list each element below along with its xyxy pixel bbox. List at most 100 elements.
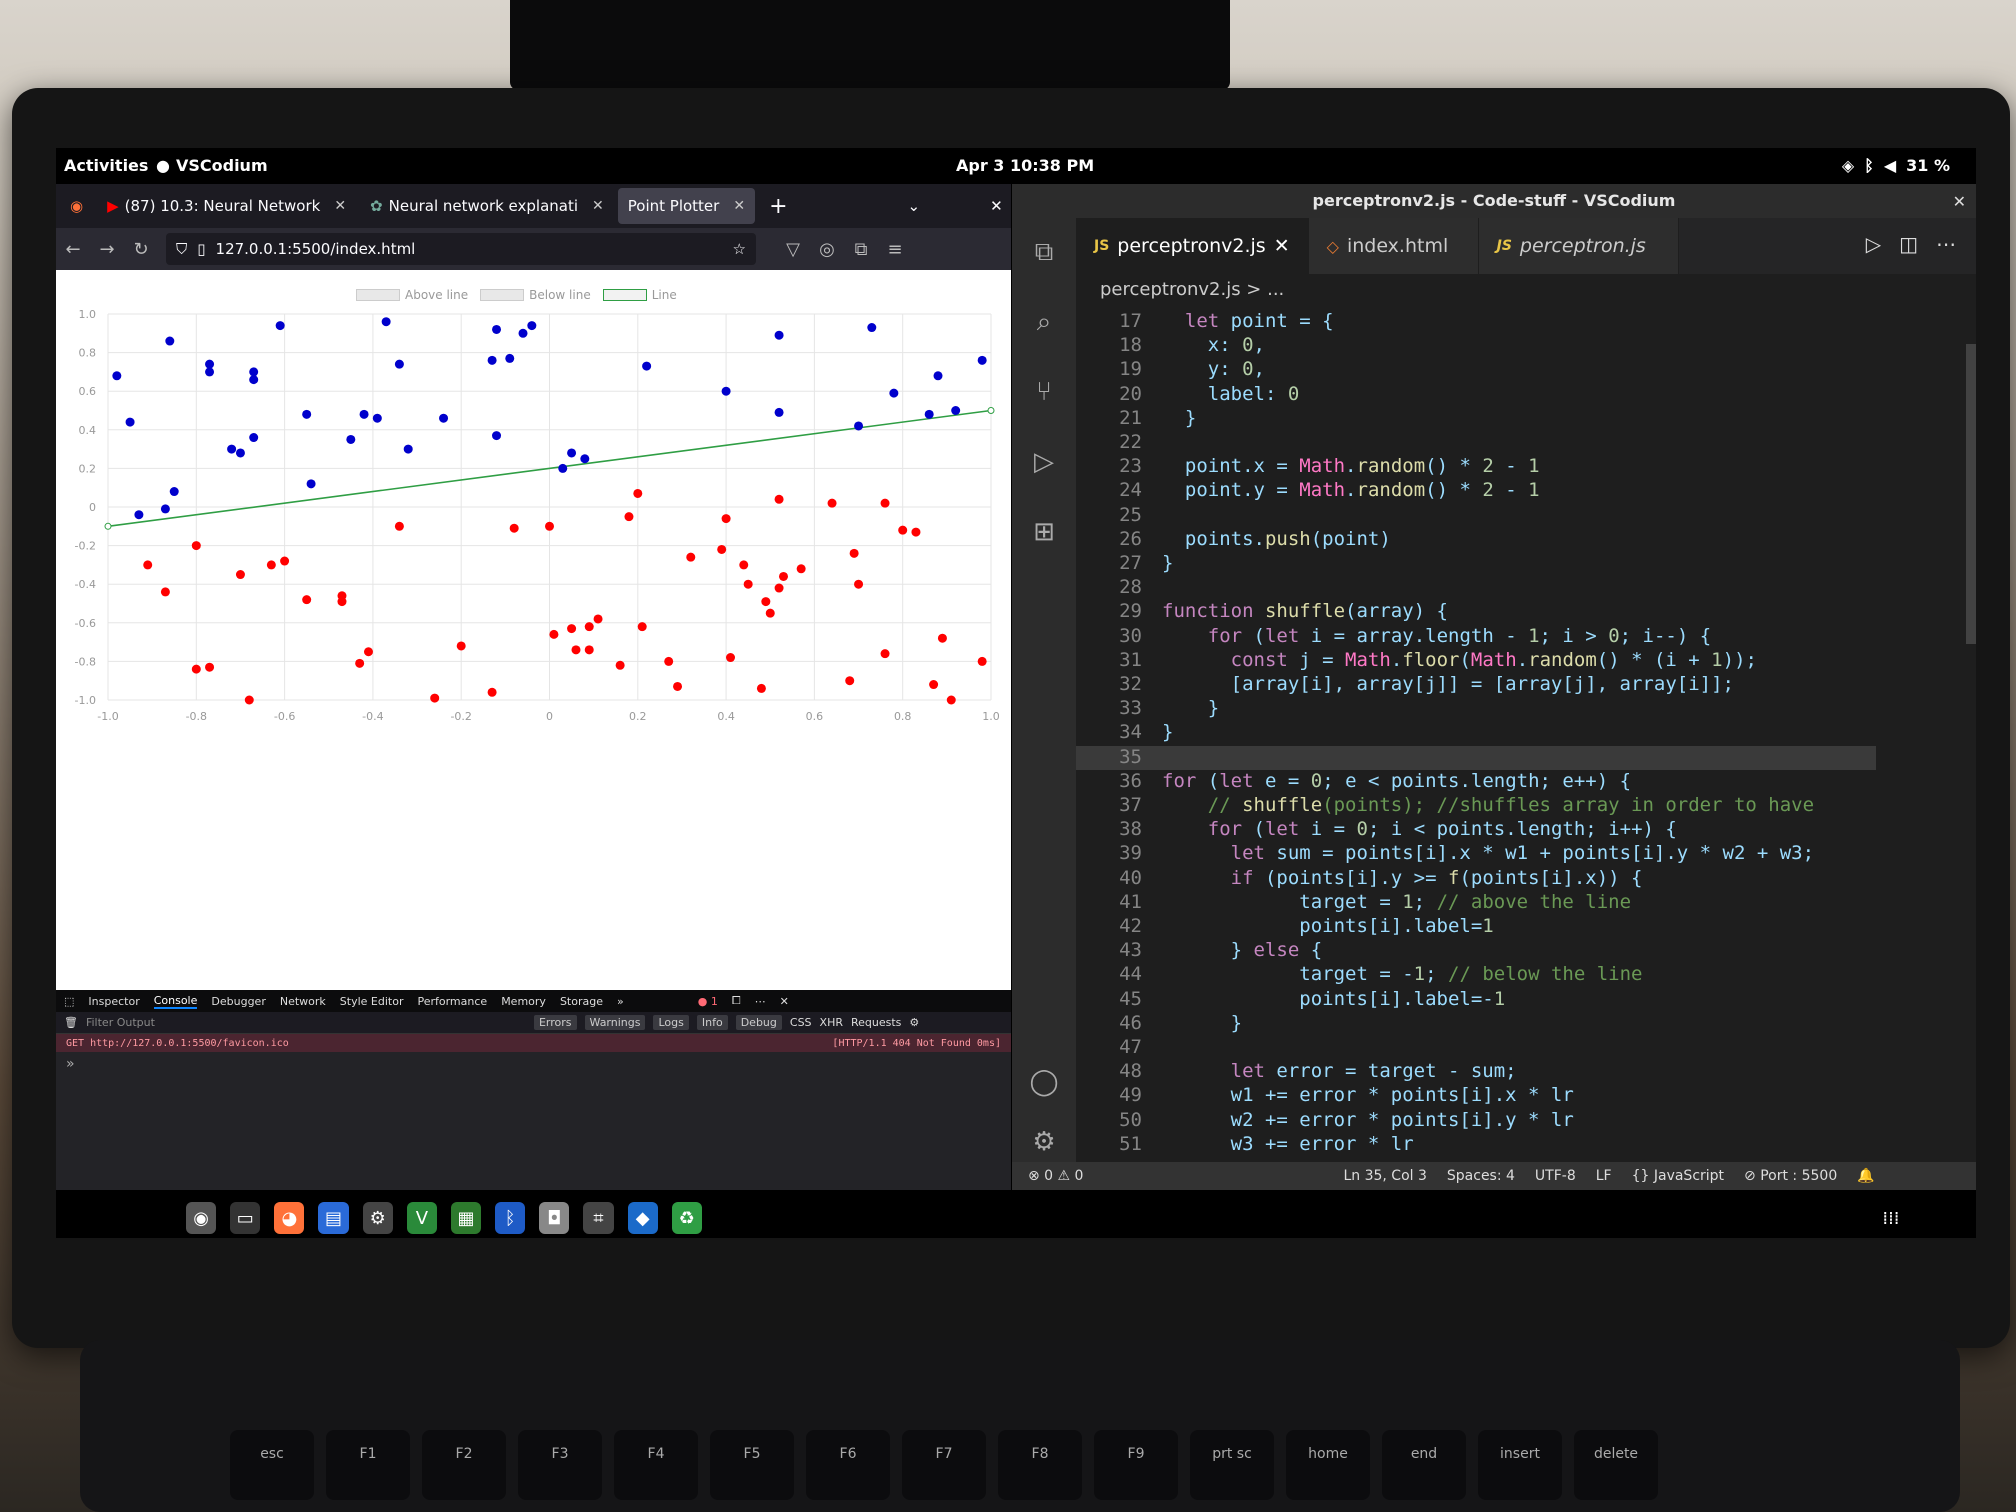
tab-inspector[interactable]: Inspector	[88, 995, 139, 1008]
source-control-icon[interactable]: ⑂	[1026, 374, 1062, 410]
explorer-icon[interactable]: ⧉	[1026, 234, 1062, 270]
split-editor-icon[interactable]: ◫	[1899, 232, 1918, 256]
editor-scrollbar[interactable]	[1966, 344, 1976, 644]
tab-perceptron[interactable]: JS perceptron.js	[1478, 218, 1679, 274]
app-menu[interactable]: ● VSCodium	[156, 156, 268, 175]
system-tray[interactable]: ◈ ᛒ ◀ 31 %	[1842, 156, 1950, 175]
code-line[interactable]: 44 target = -1; // below the line	[1076, 963, 1876, 987]
breadcrumb[interactable]: perceptronv2.js > ...	[1076, 274, 1976, 306]
new-tab-button[interactable]: +	[759, 188, 797, 224]
tab-debugger[interactable]: Debugger	[211, 995, 265, 1008]
files-icon[interactable]: ▤	[318, 1202, 349, 1234]
grid-app-icon[interactable]: ▦	[450, 1202, 482, 1234]
tab-memory[interactable]: Memory	[501, 995, 546, 1008]
tab-style-editor[interactable]: Style Editor	[340, 995, 404, 1008]
recycle-icon[interactable]: ♻	[671, 1202, 702, 1234]
code-line[interactable]: 27}	[1076, 552, 1876, 576]
menu-icon[interactable]: ≡	[878, 239, 912, 260]
code-line[interactable]: 46 }	[1076, 1012, 1876, 1036]
account-icon[interactable]: ◎	[810, 239, 844, 260]
code-line[interactable]: 42 points[i].label=1	[1076, 915, 1876, 939]
code-line[interactable]: 30 for (let i = array.length - 1; i > 0;…	[1076, 625, 1876, 649]
close-icon[interactable]: ✕	[592, 198, 604, 214]
code-line[interactable]: 29 function shuffle(array) {	[1076, 600, 1876, 624]
url-bar[interactable]: ⛉ ▯ 127.0.0.1:5500/index.html ☆	[166, 233, 756, 265]
bluetooth-icon[interactable]: ᛒ	[495, 1202, 526, 1234]
filter-logs[interactable]: Logs	[653, 1015, 689, 1030]
list-tabs-icon[interactable]: ⌄	[898, 188, 931, 224]
code-line[interactable]: 32 [array[i], array[j]] = [array[j], arr…	[1076, 673, 1876, 697]
filter-errors[interactable]: Errors	[533, 1015, 577, 1030]
tab-performance[interactable]: Performance	[417, 995, 487, 1008]
live-server-port[interactable]: ⊘ Port : 5500	[1744, 1168, 1837, 1184]
bookmark-star-icon[interactable]: ☆	[733, 240, 746, 258]
window-close-icon[interactable]: ✕	[1953, 192, 1966, 211]
trash-icon[interactable]: 🗑	[64, 1016, 78, 1029]
code-line[interactable]: 34}	[1076, 721, 1876, 745]
filter-requests[interactable]: Requests	[851, 1016, 901, 1029]
code-line[interactable]: 50 w2 += error * points[i].y * lr	[1076, 1109, 1876, 1133]
more-tabs-icon[interactable]: »	[617, 995, 624, 1008]
console-error-row[interactable]: GET http://127.0.0.1:5500/favicon.ico [H…	[56, 1034, 1011, 1052]
tab-console[interactable]: Console	[153, 994, 198, 1009]
dock-icon[interactable]: ⧠	[732, 994, 741, 1008]
run-icon[interactable]: ▷	[1866, 232, 1881, 256]
notifications-icon[interactable]: 🔔	[1857, 1168, 1874, 1184]
code-line[interactable]: 23 point.x = Math.random() * 2 - 1	[1076, 455, 1876, 479]
manage-gear-icon[interactable]: ⚙	[1026, 1124, 1062, 1160]
code-line[interactable]: 33 }	[1076, 697, 1876, 721]
tab-youtube[interactable]: ▶ (87) 10.3: Neural Network ✕	[97, 188, 356, 224]
code-line[interactable]: 40 if (points[i].y >= f(points[i].x)) {	[1076, 867, 1876, 891]
code-line[interactable]: 19 y: 0,	[1076, 358, 1876, 382]
devtools-close-icon[interactable]: ✕	[780, 995, 789, 1008]
account-icon[interactable]: ◯	[1026, 1064, 1062, 1100]
code-editor[interactable]: 17 let point = {18 x: 0, 19 y: 0, 20 label…	[1076, 306, 1876, 1162]
more-actions-icon[interactable]: ⋯	[1936, 232, 1956, 256]
close-icon[interactable]: ✕	[733, 198, 745, 214]
cursor-position[interactable]: Ln 35, Col 3	[1343, 1168, 1426, 1184]
code-line[interactable]: 31 const j = Math.floor(Math.random() * …	[1076, 649, 1876, 673]
code-line[interactable]: 39 let sum = points[i].x * w1 + points[i…	[1076, 842, 1876, 866]
code-line[interactable]: 18 x: 0,	[1076, 334, 1876, 358]
tab-perceptronv2[interactable]: JS perceptronv2.js ✕	[1076, 218, 1309, 274]
code-line[interactable]: 28	[1076, 576, 1876, 600]
filter-xhr[interactable]: XHR	[820, 1016, 843, 1029]
code-line[interactable]: 21 }	[1076, 407, 1876, 431]
camera-icon[interactable]: ◘	[539, 1202, 570, 1234]
vim-icon[interactable]: V	[406, 1202, 437, 1234]
settings-icon[interactable]: ⚙	[909, 1016, 919, 1029]
clock[interactable]: Apr 3 10:38 PM	[956, 156, 1094, 175]
close-icon[interactable]: ✕	[334, 198, 346, 214]
indentation[interactable]: Spaces: 4	[1447, 1168, 1515, 1184]
filter-css[interactable]: CSS	[790, 1016, 812, 1029]
back-icon[interactable]: ←	[56, 239, 90, 260]
search-icon[interactable]: ⌕	[1026, 304, 1062, 340]
code-line[interactable]: 36 for (let e = 0; e < points.length; e++…	[1076, 770, 1876, 794]
code-line[interactable]: 37 // shuffle(points); //shuffles array …	[1076, 794, 1876, 818]
minimap[interactable]	[1896, 306, 1966, 1162]
encoding[interactable]: UTF-8	[1535, 1168, 1576, 1184]
tab-network[interactable]: Network	[280, 995, 326, 1008]
problems-indicator[interactable]: ⊗ 0 ⚠ 0	[1028, 1168, 1083, 1184]
run-debug-icon[interactable]: ▷	[1026, 444, 1062, 480]
code-line[interactable]: 45 points[i].label=-1	[1076, 988, 1876, 1012]
forward-icon[interactable]: →	[90, 239, 124, 260]
code-line[interactable]: 35	[1076, 745, 1876, 770]
code-line[interactable]: 38 for (let i = 0; i < points.length; i+…	[1076, 818, 1876, 842]
extensions-icon[interactable]: ⧉	[844, 239, 878, 260]
console-prompt[interactable]: »	[56, 1052, 1011, 1076]
tab-point-plotter[interactable]: Point Plotter ✕	[617, 188, 756, 224]
vscodium-icon[interactable]: ◆	[627, 1202, 658, 1234]
app-grid-icon[interactable]: ⁞⁞⁞	[1876, 1202, 1906, 1234]
dock-launcher-icon[interactable]: ◉	[186, 1202, 217, 1234]
tab-storage[interactable]: Storage	[560, 995, 603, 1008]
close-icon[interactable]: ✕	[1274, 235, 1290, 257]
code-line[interactable]: 25	[1076, 504, 1876, 528]
extensions-icon[interactable]: ⊞	[1026, 514, 1062, 550]
filter-info[interactable]: Info	[696, 1015, 728, 1030]
code-line[interactable]: 41 target = 1; // above the line	[1076, 891, 1876, 915]
settings-icon[interactable]: ⚙	[362, 1202, 393, 1234]
code-line[interactable]: 51 w3 += error * lr	[1076, 1133, 1876, 1157]
tab-index-html[interactable]: ◇ index.html	[1308, 218, 1479, 274]
firefox-menu-icon[interactable]: ◉	[60, 188, 93, 224]
